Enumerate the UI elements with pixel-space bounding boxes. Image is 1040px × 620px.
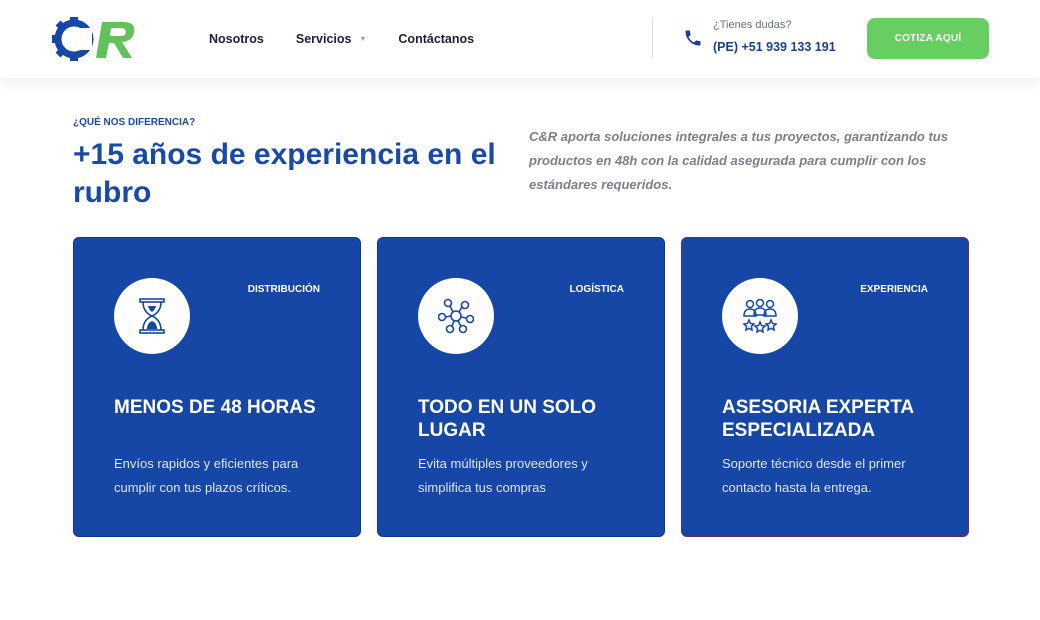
card-description: Soporte técnico desde el primer contacto…: [722, 456, 906, 495]
nav-nosotros-label: Nosotros: [209, 32, 264, 46]
phone-icon: [685, 30, 701, 46]
section-intro-text: C&R aporta soluciones integrales a tus p…: [529, 129, 948, 192]
card-title: TODO EN UN SOLO LUGAR: [418, 397, 597, 441]
card-icon-circle: [418, 278, 494, 354]
hourglass-icon: [139, 298, 165, 334]
card-tag: DISTRIBUCIÓN: [247, 284, 320, 295]
card-icon-circle: [114, 278, 190, 354]
nav-contactanos[interactable]: Contáctanos: [398, 32, 474, 46]
card-title: MENOS DE 48 HORAS: [114, 397, 316, 418]
nav-nosotros[interactable]: Nosotros: [209, 32, 264, 46]
phone-question: ¿Tienes dudas?: [713, 19, 792, 31]
feature-card-logistica: LOGÍSTICA TODO EN UN SOLO LUGAR Evita mú…: [377, 237, 665, 537]
nav-contactanos-label: Contáctanos: [398, 32, 475, 46]
network-icon: [438, 298, 474, 334]
card-description: Envíos rapidos y eficientes para cumplir…: [114, 456, 299, 495]
nav-servicios[interactable]: Servicios ▼: [296, 32, 367, 46]
company-logo[interactable]: [52, 14, 142, 64]
section-eyebrow: ¿QUÉ NOS DIFERENCIA?: [73, 117, 196, 128]
card-icon-circle: [722, 278, 798, 354]
feature-card-distribucion: DISTRIBUCIÓN MENOS DE 48 HORAS Envíos ra…: [73, 237, 361, 537]
card-tag: EXPERIENCIA: [860, 284, 928, 295]
nav-servicios-label: Servicios: [295, 32, 352, 46]
quote-button[interactable]: COTIZA AQUÍ: [867, 18, 989, 59]
card-description: Evita múltiples proveedores y simplifica…: [418, 456, 588, 495]
section-headline: +15 años de experiencia en el rubro: [73, 138, 496, 209]
site-header: Nosotros Servicios ▼ Contáctanos ¿Tienes…: [0, 0, 1040, 78]
feature-card-experiencia: EXPERIENCIA ASESORIA EXPERTA ESPECIALIZA…: [681, 237, 969, 537]
card-title: ASESORIA EXPERTA ESPECIALIZADA: [722, 397, 914, 441]
caret-down-icon: ▼: [359, 35, 367, 43]
card-tag: LOGÍSTICA: [569, 284, 624, 295]
header-divider: [652, 17, 653, 59]
team-rating-icon: [742, 298, 778, 334]
main-nav: Nosotros Servicios ▼ Contáctanos: [209, 0, 506, 78]
phone-number-link[interactable]: (PE) +51 939 133 191: [713, 40, 836, 54]
